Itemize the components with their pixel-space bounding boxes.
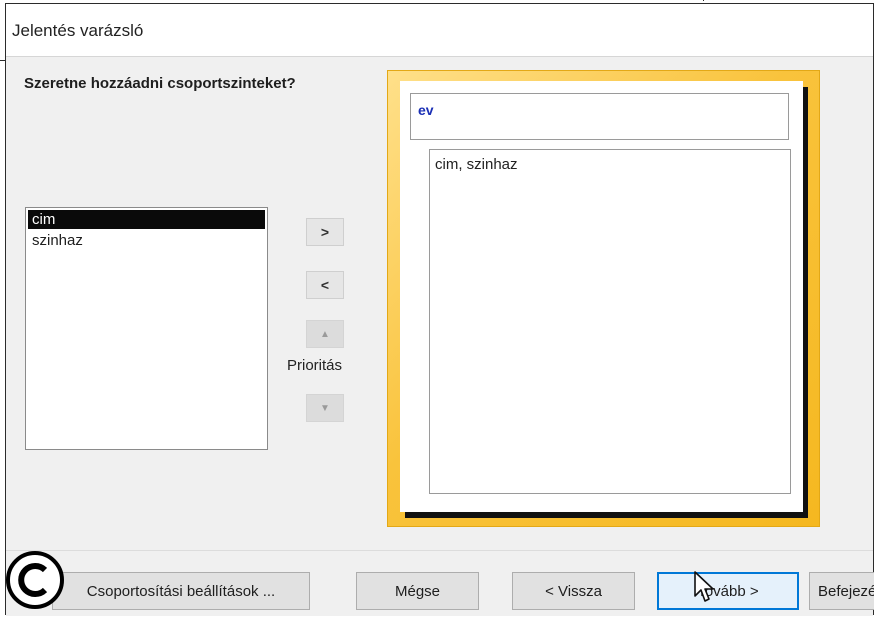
- title-bar: Jelentés varázsló: [6, 4, 873, 56]
- copyright-icon: [6, 551, 64, 609]
- arrow-down-icon: ▼: [320, 402, 330, 414]
- remove-group-level-button[interactable]: <: [306, 271, 344, 299]
- preview-group-level: ev: [410, 93, 789, 140]
- finish-label: Befejezés: [818, 582, 874, 600]
- add-group-level-button[interactable]: >: [306, 218, 344, 246]
- priority-down-button[interactable]: ▼: [306, 394, 344, 422]
- window-title: Jelentés varázsló: [12, 21, 144, 40]
- finish-button[interactable]: Befejezés: [809, 572, 874, 610]
- back-label: < Vissza: [545, 582, 602, 600]
- remove-group-label: <: [320, 277, 330, 293]
- priority-label: Prioritás: [287, 357, 343, 374]
- frame-edge-left: [0, 60, 5, 61]
- frame-edge-top: [703, 0, 704, 1]
- grouping-options-label: Csoportosítási beállítások ...: [86, 582, 276, 600]
- wizard-body: Szeretne hozzáadni csoportszinteket? cim…: [6, 57, 873, 550]
- mouse-pointer-icon: [694, 571, 714, 602]
- grouping-question: Szeretne hozzáadni csoportszinteket?: [24, 75, 296, 92]
- field-item-cim[interactable]: cim: [28, 210, 265, 229]
- report-wizard-dialog: Jelentés varázsló Szeretne hozzáadni cso…: [5, 3, 874, 616]
- footer-divider: [6, 550, 873, 551]
- arrow-up-icon: ▲: [320, 328, 330, 340]
- next-button[interactable]: Tovább >: [657, 572, 799, 610]
- cancel-button[interactable]: Mégse: [356, 572, 479, 610]
- grouping-preview-frame: ev cim, szinhaz: [387, 70, 820, 527]
- wizard-footer: Csoportosítási beállítások ... Mégse < V…: [6, 550, 874, 616]
- available-fields-list[interactable]: cim szinhaz: [25, 207, 268, 450]
- cancel-label: Mégse: [394, 582, 441, 600]
- priority-up-button[interactable]: ▲: [306, 320, 344, 348]
- grouping-options-button[interactable]: Csoportosítási beállítások ...: [52, 572, 310, 610]
- preview-group-field: ev: [418, 102, 434, 118]
- field-item-szinhaz[interactable]: szinhaz: [28, 231, 265, 250]
- preview-detail-level: cim, szinhaz: [429, 149, 791, 494]
- preview-page: ev cim, szinhaz: [400, 81, 803, 512]
- add-group-label: >: [320, 224, 330, 240]
- back-button[interactable]: < Vissza: [512, 572, 635, 610]
- preview-detail-fields: cim, szinhaz: [435, 156, 518, 173]
